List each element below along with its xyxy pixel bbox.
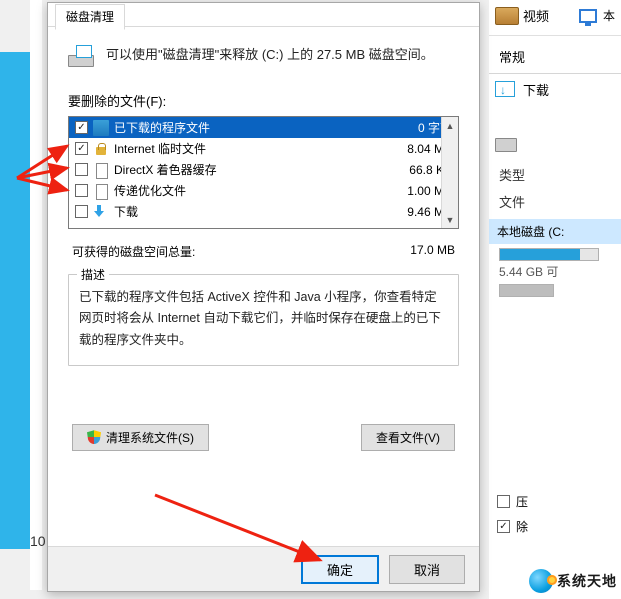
filesys-label: 文件: [489, 186, 621, 213]
file-name: 传递优化文件: [114, 182, 407, 199]
drive-free-text: 5.44 GB 可: [489, 263, 621, 280]
bg-number: 10: [30, 533, 46, 549]
drive-gray-bar: [499, 284, 554, 297]
file-name: Internet 临时文件: [114, 140, 407, 157]
peek-video-item[interactable]: 视频 本: [489, 0, 621, 31]
drive-cleanup-icon: [68, 45, 96, 69]
tab-strip: 磁盘清理: [48, 3, 479, 27]
file-list-row[interactable]: DirectX 着色器缓存66.8 KB: [69, 159, 458, 180]
file-type-icon: [93, 120, 109, 136]
view-files-label: 查看文件(V): [376, 429, 440, 446]
checkbox-icon[interactable]: [75, 163, 88, 176]
type-label: 类型: [489, 159, 621, 186]
video-icon: [495, 7, 517, 25]
file-list-row[interactable]: Internet 临时文件8.04 MB: [69, 138, 458, 159]
checkbox-icon[interactable]: [75, 121, 88, 134]
checkbox-icon[interactable]: [75, 205, 88, 218]
watermark-logo: 系统天地: [529, 569, 617, 593]
file-list-row[interactable]: 已下载的程序文件0 字节: [69, 117, 458, 138]
scroll-down-icon[interactable]: ▼: [442, 211, 458, 228]
chk-index[interactable]: 除: [489, 514, 621, 539]
thispc-icon: [579, 9, 597, 23]
disk-cleanup-dialog: 磁盘清理 可以使用"磁盘清理"来释放 (C:) 上的 27.5 MB 磁盘空间。…: [47, 2, 480, 592]
dialog-footer: 确定 取消: [48, 546, 479, 591]
explorer-peek: 视频 本 常规 下载 类型 文件 本地磁盘 (C: 5.44 GB 可 压 除: [489, 0, 621, 599]
checkbox-icon: [497, 495, 510, 508]
total-space-value: 17.0 MB: [410, 243, 455, 260]
clean-system-files-button[interactable]: 清理系统文件(S): [72, 424, 209, 451]
peek-downloads-label: 下载: [523, 80, 549, 99]
peek-video-label: 视频: [523, 6, 549, 25]
file-name: 下载: [114, 203, 407, 220]
description-text: 已下载的程序文件包括 ActiveX 控件和 Java 小程序，你查看特定网页时…: [79, 287, 448, 351]
file-type-icon: [93, 183, 109, 199]
description-group: 描述 已下载的程序文件包括 ActiveX 控件和 Java 小程序，你查看特定…: [68, 274, 459, 366]
globe-icon: [529, 569, 553, 593]
drive-row[interactable]: 本地磁盘 (C:: [489, 219, 621, 244]
file-list-row[interactable]: 传递优化文件1.00 MB: [69, 180, 458, 201]
drive-usage-bar: [499, 248, 599, 261]
download-icon: [495, 81, 517, 99]
watermark-text: 系统天地: [557, 571, 617, 591]
files-to-delete-label: 要删除的文件(F):: [68, 91, 459, 110]
scrollbar[interactable]: ▲ ▼: [441, 117, 458, 228]
tab-disk-cleanup[interactable]: 磁盘清理: [55, 4, 125, 30]
view-files-button[interactable]: 查看文件(V): [361, 424, 455, 451]
chk-index-label: 除: [516, 518, 528, 535]
checkbox-icon[interactable]: [75, 184, 88, 197]
file-name: DirectX 着色器缓存: [114, 161, 409, 178]
file-list-row[interactable]: 下载9.46 MB: [69, 201, 458, 222]
shield-icon: [87, 430, 101, 444]
peek-tab-general[interactable]: 常规: [489, 40, 621, 74]
ok-button[interactable]: 确定: [301, 555, 379, 584]
file-type-icon: [93, 141, 109, 157]
scroll-up-icon[interactable]: ▲: [442, 117, 458, 134]
description-legend: 描述: [77, 266, 109, 283]
cancel-button[interactable]: 取消: [389, 555, 465, 584]
checkbox-icon[interactable]: [75, 142, 88, 155]
file-type-icon: [93, 162, 109, 178]
file-type-icon: [93, 204, 109, 220]
chk-compress-label: 压: [516, 493, 528, 510]
files-listbox[interactable]: 已下载的程序文件0 字节Internet 临时文件8.04 MBDirectX …: [68, 116, 459, 229]
intro-text: 可以使用"磁盘清理"来释放 (C:) 上的 27.5 MB 磁盘空间。: [106, 45, 459, 66]
clean-system-files-label: 清理系统文件(S): [106, 429, 194, 446]
peek-downloads-item[interactable]: 下载: [489, 74, 621, 105]
total-space-label: 可获得的磁盘空间总量:: [72, 243, 195, 260]
drive-label: 本地磁盘 (C:: [497, 225, 564, 239]
checkbox-icon: [497, 520, 510, 533]
thispc-hint: 本: [603, 7, 615, 24]
drive-icon: [495, 135, 517, 153]
chk-compress[interactable]: 压: [489, 489, 621, 514]
file-name: 已下载的程序文件: [114, 119, 418, 136]
